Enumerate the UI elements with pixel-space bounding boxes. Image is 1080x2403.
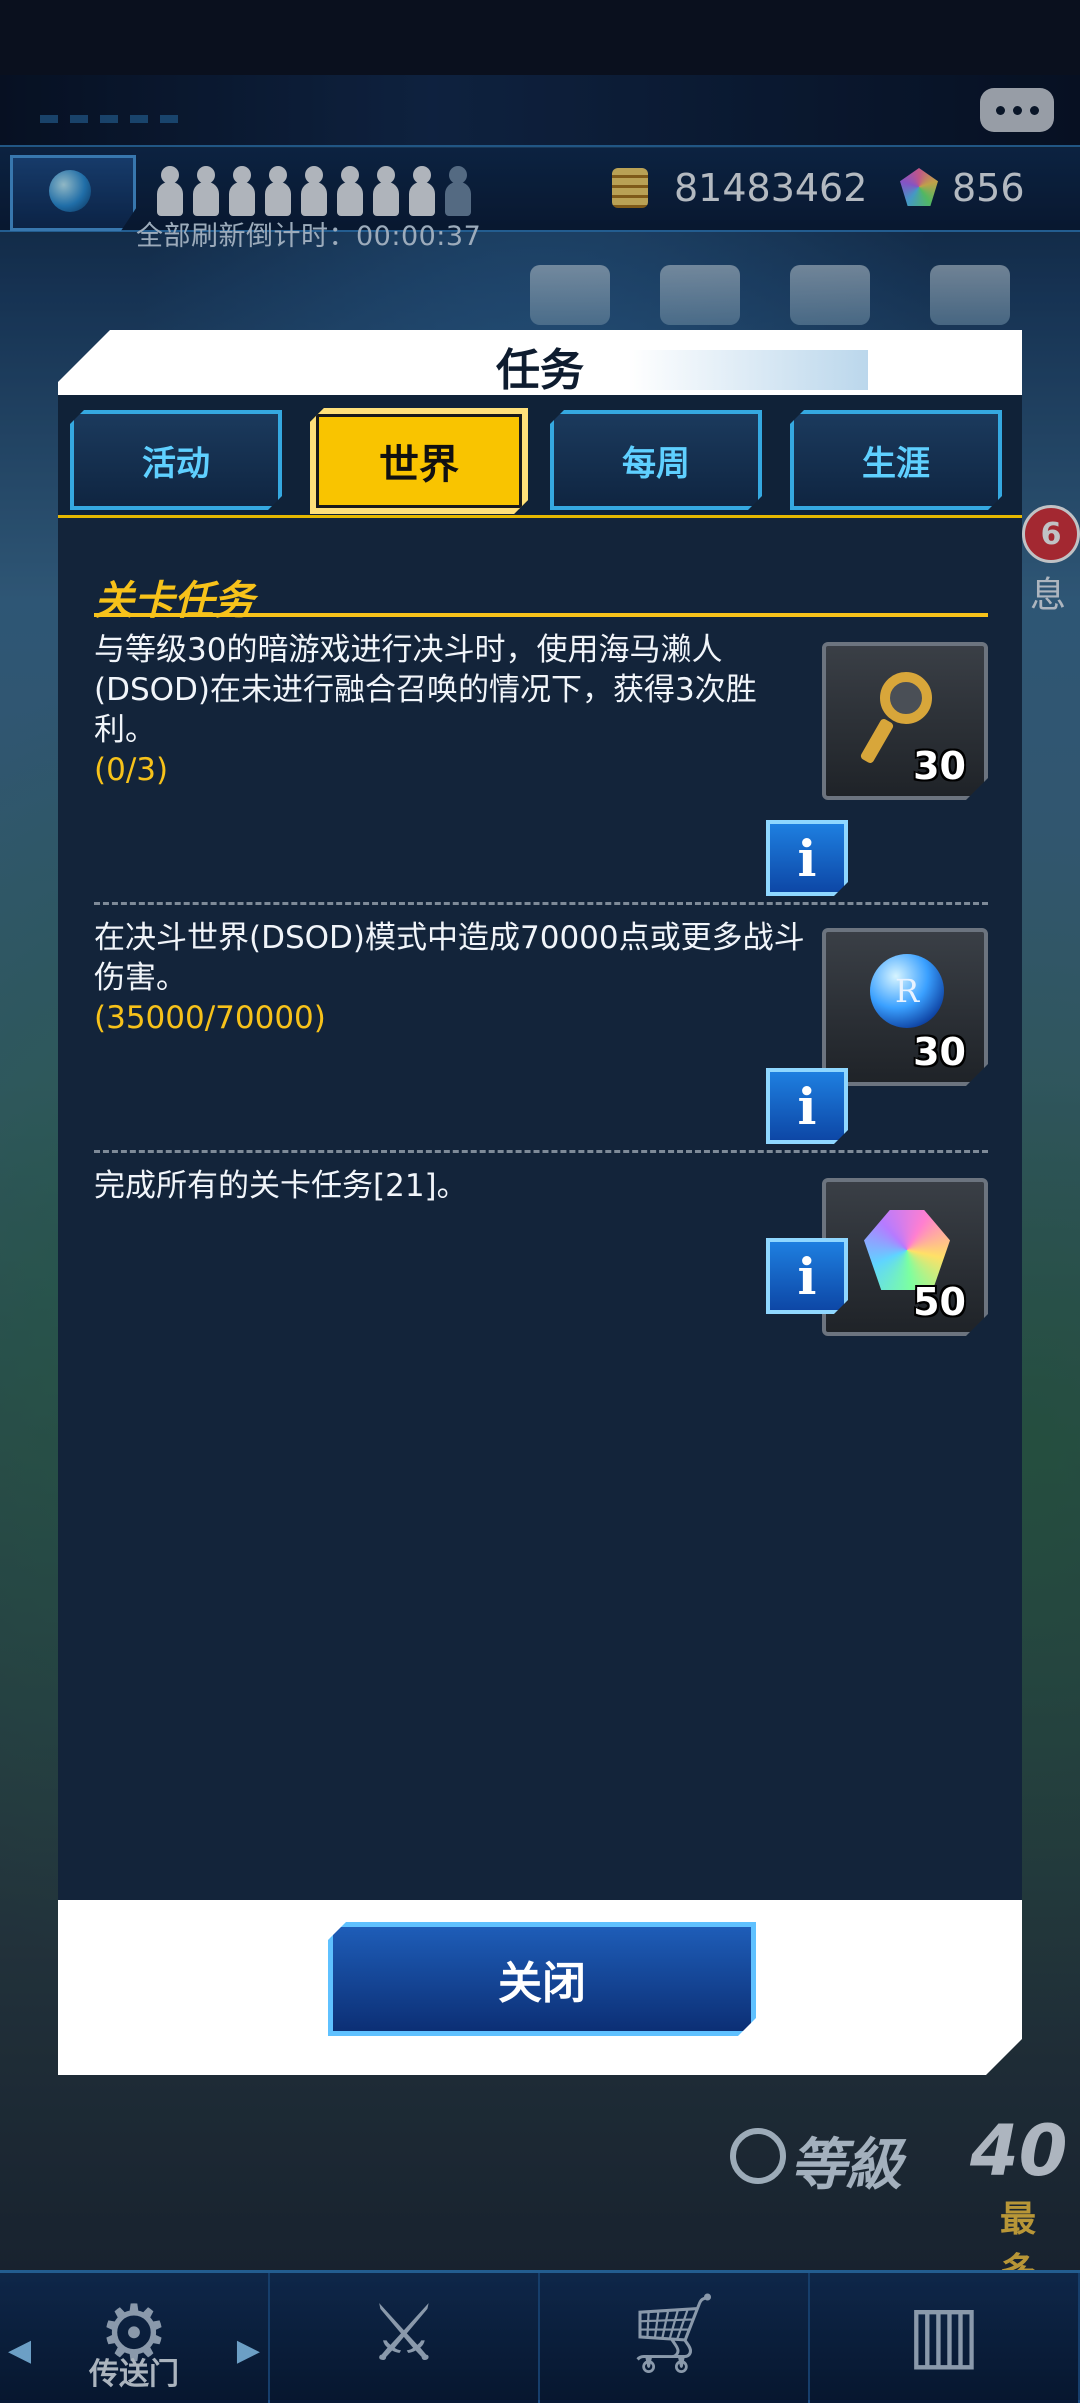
task-divider — [94, 1150, 988, 1153]
task-text: 完成所有的关卡任务[21]。 — [94, 1168, 468, 1204]
task-description: 完成所有的关卡任务[21]。 — [94, 1166, 814, 1206]
task-item: 与等级30的暗游戏进行决斗时，使用海马濑人(DSOD)在未进行融合召唤的情况下，… — [94, 630, 988, 930]
task-progress: (0/3) — [94, 752, 169, 788]
tab-events[interactable]: 活动 — [70, 410, 282, 510]
orb-icon: R — [870, 954, 944, 1028]
task-text: 在决斗世界(DSOD)模式中造成70000点或更多战斗伤害。 — [94, 920, 805, 996]
dialog-title: 任务 — [496, 345, 584, 396]
gem-icon — [864, 1210, 950, 1290]
info-button[interactable]: i — [766, 1068, 848, 1144]
reward-tile[interactable]: R 30 — [822, 928, 988, 1086]
tab-world[interactable]: 世界 — [310, 408, 528, 514]
section-title: 关卡任务 — [94, 578, 254, 624]
task-description: 与等级30的暗游戏进行决斗时，使用海马濑人(DSOD)在未进行融合召唤的情况下，… — [94, 630, 814, 790]
task-text: 与等级30的暗游戏进行决斗时，使用海马濑人(DSOD)在未进行融合召唤的情况下，… — [94, 632, 757, 748]
tab-weekly[interactable]: 每周 — [550, 410, 762, 510]
task-description: 在决斗世界(DSOD)模式中造成70000点或更多战斗伤害。 (35000/70… — [94, 918, 814, 1038]
tab-career[interactable]: 生涯 — [790, 410, 1002, 510]
orb-letter: R — [894, 972, 920, 1010]
reward-count: 30 — [913, 744, 966, 788]
section-underline — [94, 613, 988, 617]
task-item: 在决斗世界(DSOD)模式中造成70000点或更多战斗伤害。 (35000/70… — [94, 918, 988, 1158]
reward-tile[interactable]: 30 — [822, 642, 988, 800]
reward-count: 30 — [913, 1030, 966, 1074]
reward-count: 50 — [913, 1280, 966, 1324]
mission-panel: 关卡任务 与等级30的暗游戏进行决斗时，使用海马濑人(DSOD)在未进行融合召唤… — [58, 518, 1022, 1900]
task-divider — [94, 902, 988, 905]
task-item: 完成所有的关卡任务[21]。 50 i — [94, 1166, 988, 1366]
close-button[interactable]: 关闭 — [328, 1922, 756, 2036]
info-button[interactable]: i — [766, 820, 848, 896]
info-button[interactable]: i — [766, 1238, 848, 1314]
task-progress: (35000/70000) — [94, 1000, 326, 1036]
